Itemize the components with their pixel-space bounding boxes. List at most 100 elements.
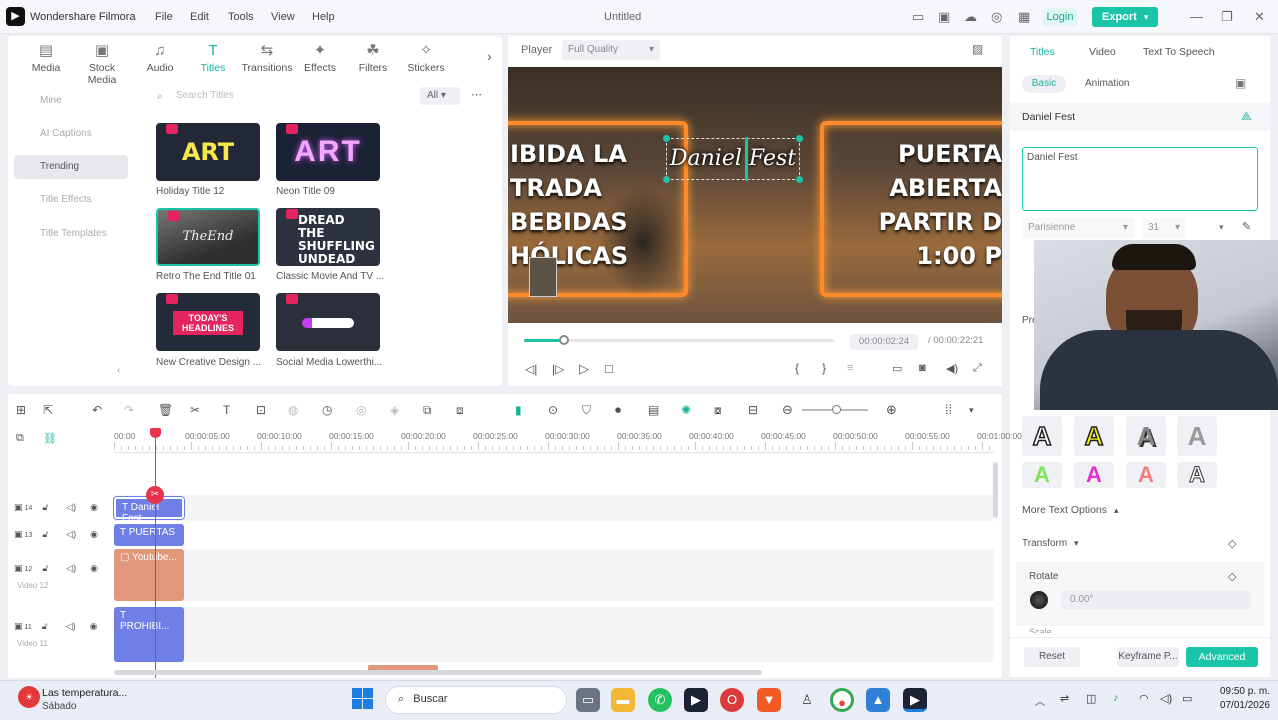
mark-in-icon[interactable]: { [795,361,799,375]
font-select[interactable]: Parisienne ▾ [1022,218,1134,238]
monitor-icon[interactable]: ▭ [912,9,924,25]
undo-icon[interactable]: ↶ [92,403,102,417]
windows-start-icon[interactable] [352,688,374,710]
player-progress-track[interactable] [524,335,834,345]
vertical-scrollbar[interactable] [993,462,998,518]
timeline-ruler[interactable]: 00:00 00:00:05:00 00:00:10:00 00:00:15:00 00… [114,428,1022,454]
sidebar-item-ai-captions[interactable]: AI Captions [14,122,128,146]
menu-tools[interactable]: Tools [228,11,254,23]
speaker-icon[interactable]: ◁) [1160,692,1172,705]
zoom-in-icon[interactable]: ⊕ [886,402,897,418]
sidebar-item-title-templates[interactable]: Title Templates [14,222,128,246]
tab-text-to-speech[interactable]: Text To Speech [1143,46,1215,58]
title-thumb[interactable] [276,293,380,351]
zoom-slider-knob[interactable] [832,405,841,414]
mark-out-icon[interactable]: } [822,361,826,375]
camera-icon[interactable]: ◙ [919,362,926,374]
keyframe-panel-button[interactable]: Keyframe P... [1117,647,1179,667]
filmora-active-icon[interactable]: ▶ [903,688,927,712]
watermark-thumb[interactable] [529,257,557,297]
current-time[interactable]: 00:00:02:24 [850,334,918,350]
add-track-icon[interactable]: ⧉ [16,432,24,445]
search-input[interactable]: Search Titles [176,90,234,101]
photos-icon[interactable]: ▲ [866,688,890,712]
chevron-right-icon[interactable]: › [487,48,492,64]
menu-view[interactable]: View [271,11,295,23]
tray-media-icon[interactable]: ◫ [1086,692,1096,705]
mask-icon[interactable]: ◎ [356,403,366,417]
mic-icon[interactable]: ⏺ [615,403,621,418]
pip-icon[interactable]: ⧇ [714,403,722,418]
playhead-handle[interactable] [150,428,161,438]
text-style-preset[interactable]: A [1074,416,1114,456]
subtab-animation[interactable]: Animation [1085,78,1129,89]
text-style-preset[interactable]: A [1177,416,1217,456]
subtab-basic[interactable]: Basic [1022,75,1066,93]
tray-mic-icon[interactable]: ♪ [1113,692,1119,704]
snapshot-timeline-icon[interactable]: ⊟ [748,403,758,417]
title-thumb[interactable]: ART [276,123,380,181]
delete-icon[interactable]: 🗑 [158,403,173,417]
advanced-button[interactable]: Advanced [1186,647,1258,667]
rotate-input[interactable]: 0.00° [1062,591,1250,609]
menu-help[interactable]: Help [312,11,335,23]
grid-icon[interactable]: ▦ [1018,9,1030,25]
cloud-icon[interactable]: ☁ [964,9,977,25]
text-style-preset[interactable]: A [1126,462,1166,488]
color-icon[interactable]: ◍ [288,403,298,417]
title-thumb[interactable]: ART [156,123,260,181]
lock-icon[interactable]: 🔓︎ [42,502,48,512]
weather-icon[interactable]: ☀ [18,686,40,708]
scissors-icon[interactable]: ✂ [146,486,164,504]
sidebar-item-trending[interactable]: Trending [14,155,128,179]
lock-icon[interactable]: 🔓︎ [42,621,48,631]
quality-select[interactable]: Full Quality ▾ [562,40,660,60]
sidebar-item-title-effects[interactable]: Title Effects [14,188,128,212]
link-icon[interactable]: ⛓ [43,432,57,445]
tab-media[interactable]: ▤ Media [18,42,74,74]
speed-icon[interactable]: ◷ [322,403,332,417]
zoom-out-icon[interactable]: ⊖ [782,402,793,418]
clip-youtube[interactable]: ▢ Youtube... [114,549,184,601]
tab-transitions[interactable]: ⇆ Transitions [239,42,295,74]
auto-ripple-icon[interactable]: ⊙ [548,403,558,417]
mute-icon[interactable]: ◁) [66,563,76,573]
display-icon[interactable]: ▭ [892,362,902,375]
text-style-preset[interactable]: A [1022,416,1062,456]
ai-icon[interactable]: ⟁ [1241,109,1252,124]
text-tool-icon[interactable]: T [223,403,230,417]
text-style-preset[interactable]: A [1022,462,1062,488]
restore-icon[interactable]: ❐ [1221,9,1233,25]
detach-icon[interactable]: ⧉ [423,403,432,418]
eye-icon[interactable]: ◉ [90,563,98,573]
tab-titles[interactable]: T Titles [185,42,241,74]
export-button[interactable]: Export ▾ [1092,7,1158,27]
more-icon[interactable]: ⋯ [471,88,482,101]
eye-icon[interactable]: ◉ [90,529,98,539]
mute-icon[interactable]: ◁) [66,621,76,631]
menu-edit[interactable]: Edit [190,11,209,23]
tab-video-props[interactable]: Video [1089,46,1116,58]
opera-icon[interactable]: O [720,688,744,712]
eye-icon[interactable]: ◉ [90,621,98,631]
play-icon[interactable]: ▷ [579,361,589,377]
render-preview-icon[interactable]: ▮ [515,403,522,417]
layout-icon[interactable]: ⊞ [16,403,26,417]
title-thumb[interactable]: DREAD THE SHUFFLING UNDEAD [276,208,380,266]
rotate-dial[interactable] [1030,591,1048,609]
redo-icon[interactable]: ↷ [124,403,134,417]
resize-handle[interactable] [796,176,803,183]
font-size-select[interactable]: 31 ▾ [1142,218,1186,238]
render-icon[interactable]: ≡ [847,362,853,374]
taskbar-search[interactable]: ⌕ Buscar [385,686,567,714]
weather-title[interactable]: Las temperatura... [42,687,127,699]
chrome-icon[interactable]: ● [830,688,854,712]
clock-time[interactable]: 09:50 p. m. [1210,686,1270,697]
snapshot-icon[interactable]: ▨ [972,42,983,56]
close-icon[interactable]: ✕ [1254,9,1265,25]
title-thumb[interactable]: TheEnd [156,208,260,266]
fullscreen-icon[interactable]: ⤢ [973,362,982,375]
zoom-slider[interactable] [802,405,868,414]
minimize-icon[interactable]: — [1190,9,1203,24]
app-icon[interactable]: ♙ [795,688,819,712]
